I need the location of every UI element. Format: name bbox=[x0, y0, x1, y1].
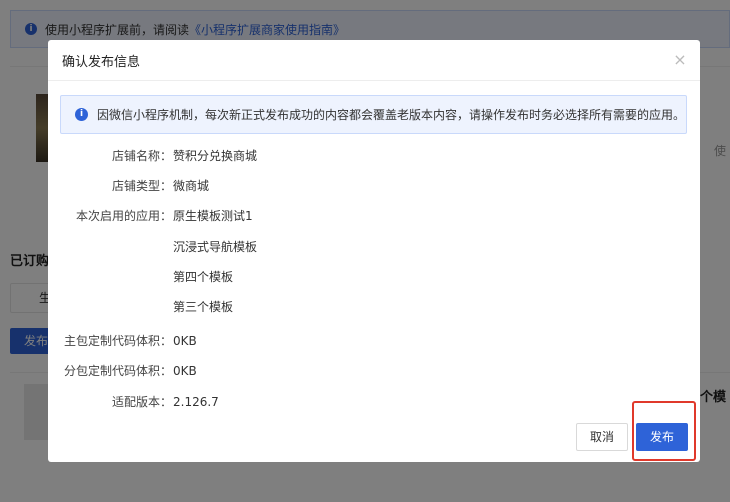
publish-button[interactable]: 发布 bbox=[636, 423, 688, 451]
apps-row: 沉浸式导航模板 bbox=[48, 237, 700, 257]
store-type-value: 微商城 bbox=[173, 179, 210, 193]
dialog-title: 确认发布信息 bbox=[62, 54, 141, 70]
alert-text: 因微信小程序机制，每次新正式发布成功的内容都会覆盖老版本内容，请操作发布时务必选… bbox=[97, 108, 686, 122]
confirm-publish-dialog: 确认发布信息 × i 因微信小程序机制，每次新正式发布成功的内容都会覆盖老版本内… bbox=[48, 40, 700, 462]
version-label: 适配版本： bbox=[111, 395, 172, 409]
app-item: 沉浸式导航模板 bbox=[173, 240, 258, 254]
store-name-label: 店铺名称： bbox=[111, 149, 172, 163]
cancel-button[interactable]: 取消 bbox=[576, 423, 628, 451]
main-package-row: 主包定制代码体积： 0KB bbox=[48, 331, 700, 351]
close-icon[interactable]: × bbox=[672, 52, 688, 68]
sub-package-value: 0KB bbox=[173, 364, 197, 378]
version-value: 2.126.7 bbox=[173, 395, 219, 409]
main-package-value: 0KB bbox=[173, 334, 197, 348]
sub-package-row: 分包定制代码体积： 0KB bbox=[48, 361, 700, 381]
store-name-row: 店铺名称： 赞积分兑换商城 bbox=[48, 146, 700, 166]
info-icon: i bbox=[75, 108, 88, 121]
store-name-value: 赞积分兑换商城 bbox=[173, 149, 258, 163]
store-type-label: 店铺类型： bbox=[111, 179, 172, 193]
sub-package-label: 分包定制代码体积： bbox=[63, 364, 172, 378]
apps-row: 第四个模板 bbox=[48, 267, 700, 287]
info-alert: i 因微信小程序机制，每次新正式发布成功的内容都会覆盖老版本内容，请操作发布时务… bbox=[60, 95, 687, 134]
apps-row: 本次启用的应用： 原生模板测试1 bbox=[48, 206, 700, 226]
main-package-label: 主包定制代码体积： bbox=[63, 334, 172, 348]
app-item: 第四个模板 bbox=[173, 270, 234, 284]
app-item: 第三个模板 bbox=[173, 300, 234, 314]
app-item: 原生模板测试1 bbox=[173, 209, 253, 223]
version-row: 适配版本： 2.126.7 bbox=[48, 392, 700, 412]
apps-label: 本次启用的应用： bbox=[75, 209, 172, 223]
store-type-row: 店铺类型： 微商城 bbox=[48, 176, 700, 196]
apps-row: 第三个模板 bbox=[48, 297, 700, 317]
dialog-header: 确认发布信息 × bbox=[48, 40, 700, 81]
